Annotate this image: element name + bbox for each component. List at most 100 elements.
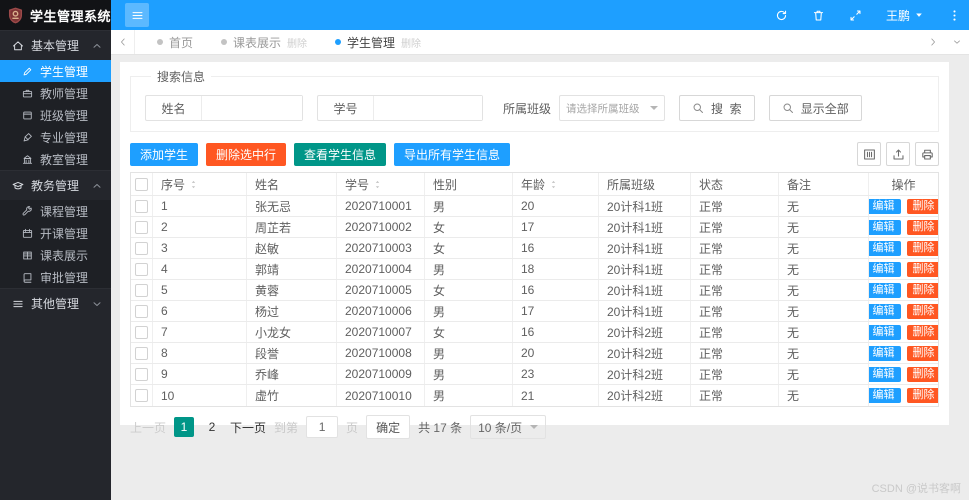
user-menu[interactable]: 王鹏 (886, 7, 924, 24)
search-form: 姓名 学号 所属班级 请选择所属班级 搜 索 显示全部 (145, 95, 924, 121)
sidebar-item-label: 教师管理 (40, 86, 89, 101)
student-id-input[interactable] (374, 96, 482, 120)
sidebar-item[interactable]: 专业管理 (0, 126, 111, 148)
column-header: 所属班级 (607, 177, 656, 192)
next-page-button[interactable]: 下一页 (230, 419, 266, 436)
tabs-scroll-right-button[interactable] (921, 30, 945, 54)
tabs-scroll-left-button[interactable] (111, 30, 135, 54)
page-size-value: 10 条/页 (478, 420, 523, 435)
page-button[interactable]: 1 (174, 417, 195, 437)
more-menu-icon[interactable] (948, 9, 961, 22)
row-checkbox[interactable] (135, 304, 148, 318)
export-button[interactable] (886, 142, 910, 166)
edit-button[interactable]: 编辑 (869, 388, 901, 403)
row-checkbox[interactable] (135, 389, 148, 402)
edit-button[interactable]: 编辑 (869, 219, 901, 235)
row-checkbox[interactable] (135, 220, 148, 234)
delete-button[interactable]: 删除 (906, 345, 938, 361)
table-cell: 20计科1班 (607, 283, 664, 298)
row-checkbox[interactable] (135, 325, 148, 339)
select-all-checkbox[interactable] (135, 177, 148, 191)
table-cell: 小龙女 (255, 325, 292, 340)
refresh-icon[interactable] (775, 9, 788, 22)
edit-button[interactable]: 编辑 (869, 282, 901, 298)
delete-button[interactable]: 删除 (906, 388, 938, 403)
sidebar-item[interactable]: 开课管理 (0, 222, 111, 244)
clear-cache-icon[interactable] (812, 9, 825, 22)
table-cell: 正常 (699, 220, 724, 235)
tab[interactable]: 首页 (143, 30, 207, 54)
search-button[interactable]: 搜 索 (679, 95, 755, 121)
tab[interactable]: 课表展示 删除 (207, 30, 321, 54)
row-checkbox[interactable] (135, 199, 148, 213)
delete-button[interactable]: 删除 (906, 198, 938, 214)
table-cell: 20计科1班 (607, 304, 664, 319)
sort-icon[interactable] (549, 180, 558, 189)
edit-button[interactable]: 编辑 (869, 240, 901, 256)
row-checkbox[interactable] (135, 262, 148, 276)
goto-confirm-button[interactable]: 确定 (366, 415, 411, 439)
table-cell: 2020710008 (345, 346, 412, 360)
table-cell: 20计科2班 (607, 346, 664, 361)
delete-button[interactable]: 删除 (906, 261, 938, 277)
fullscreen-icon[interactable] (849, 9, 862, 22)
delete-button[interactable]: 删除 (906, 219, 938, 235)
delete-button[interactable]: 删除 (906, 366, 938, 382)
page-size-select[interactable]: 10 条/页 (470, 415, 547, 439)
sidebar-item[interactable]: 课程管理 (0, 200, 111, 222)
sidebar-item[interactable]: 审批管理 (0, 266, 111, 288)
tabs-menu-button[interactable] (945, 30, 969, 54)
app-logo[interactable]: 学生管理系统 (0, 0, 111, 30)
row-checkbox[interactable] (135, 241, 148, 255)
sidebar-item[interactable]: 教师管理 (0, 82, 111, 104)
tab-dot (221, 39, 228, 45)
sort-icon[interactable] (373, 180, 382, 189)
prev-page-button[interactable]: 上一页 (130, 419, 166, 436)
name-input[interactable] (202, 96, 302, 120)
edit-button[interactable]: 编辑 (869, 324, 901, 340)
sidebar-section-header[interactable]: 教务管理 (0, 171, 111, 200)
sidebar-item[interactable]: 学生管理 (0, 60, 111, 82)
row-checkbox[interactable] (135, 367, 148, 381)
tab-close-button[interactable]: 删除 (401, 35, 421, 50)
sidebar-toggle-button[interactable] (125, 3, 149, 27)
table-cell: 20 (521, 346, 535, 360)
tab[interactable]: 学生管理 删除 (321, 30, 435, 54)
tab-close-button[interactable]: 删除 (287, 35, 307, 50)
table-cell: 10 (161, 388, 175, 403)
delete-button[interactable]: 删除 (906, 303, 938, 319)
table-cell: 20计科2班 (607, 389, 664, 403)
edit-button[interactable]: 编辑 (869, 303, 901, 319)
sidebar-item[interactable]: 课表展示 (0, 244, 111, 266)
print-button[interactable] (915, 142, 939, 166)
columns-filter-button[interactable] (857, 142, 881, 166)
briefcase-icon (22, 88, 33, 99)
sidebar-item[interactable]: 班级管理 (0, 104, 111, 126)
sidebar-item-label: 教室管理 (40, 152, 89, 167)
toolbar-button[interactable]: 删除选中行 (206, 142, 287, 166)
goto-page-input[interactable] (306, 416, 339, 438)
toolbar-button[interactable]: 导出所有学生信息 (394, 142, 511, 166)
edit-button[interactable]: 编辑 (869, 261, 901, 277)
show-all-button[interactable]: 显示全部 (768, 95, 862, 121)
table-cell: 张无忌 (255, 199, 292, 214)
sidebar-section-label: 教务管理 (31, 179, 80, 193)
row-checkbox[interactable] (135, 346, 148, 360)
sidebar-item[interactable]: 教室管理 (0, 148, 111, 170)
delete-button[interactable]: 删除 (906, 240, 938, 256)
sort-icon[interactable] (189, 180, 198, 189)
edit-button[interactable]: 编辑 (869, 198, 901, 214)
toolbar-button[interactable]: 添加学生 (130, 142, 199, 166)
sidebar-item-label: 班级管理 (40, 108, 89, 123)
edit-button[interactable]: 编辑 (869, 366, 901, 382)
row-checkbox[interactable] (135, 283, 148, 297)
goto-prefix-label: 到第 (274, 420, 299, 435)
delete-button[interactable]: 删除 (906, 324, 938, 340)
edit-button[interactable]: 编辑 (869, 345, 901, 361)
sidebar-section-header[interactable]: 基本管理 (0, 31, 111, 60)
class-select[interactable]: 请选择所属班级 (559, 95, 666, 121)
delete-button[interactable]: 删除 (906, 282, 938, 298)
toolbar-button[interactable]: 查看学生信息 (294, 142, 387, 166)
sidebar-section-header[interactable]: 其他管理 (0, 289, 111, 318)
page-button[interactable]: 2 (202, 417, 222, 437)
